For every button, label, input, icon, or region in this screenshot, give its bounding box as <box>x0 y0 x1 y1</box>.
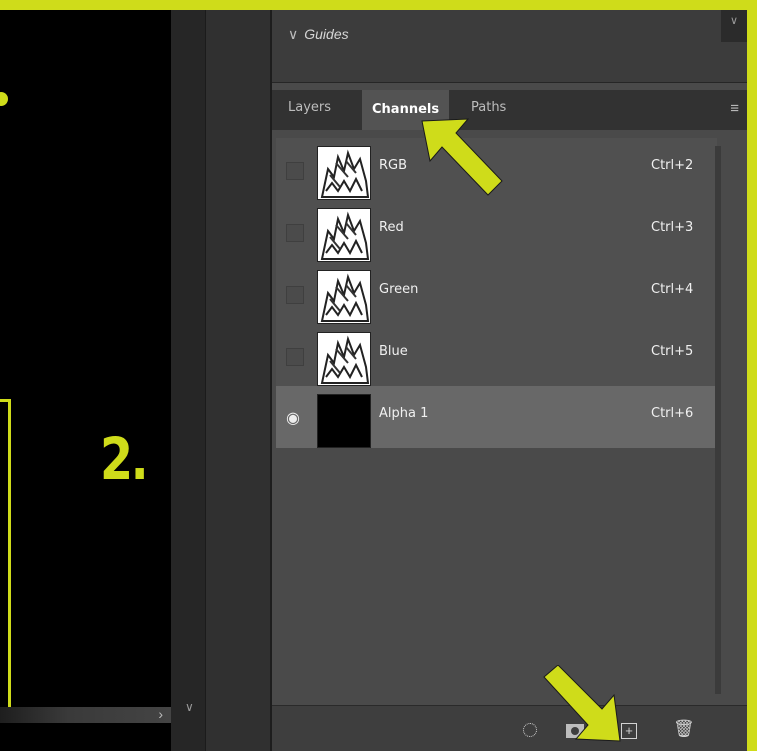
panel-dock-gutter <box>205 10 270 751</box>
channel-thumbnail <box>317 270 371 324</box>
channels-panel-footer: + 🗑 <box>272 705 747 751</box>
chevron-right-icon[interactable]: › <box>158 706 163 722</box>
chevron-down-icon[interactable]: ∨ <box>288 26 298 42</box>
channel-shortcut: Ctrl+3 <box>651 220 694 235</box>
channel-list-scrollbar[interactable] <box>715 146 721 694</box>
guides-scroll-button[interactable]: ∨ <box>721 10 747 42</box>
channel-shortcut: Ctrl+6 <box>651 406 694 421</box>
load-selection-icon[interactable] <box>523 723 537 737</box>
chevron-down-icon[interactable]: ∨ <box>185 700 194 714</box>
channel-shortcut: Ctrl+2 <box>651 158 694 173</box>
guides-panel: ∨ Guides ∨ <box>272 10 747 83</box>
canvas-horizontal-scrollbar[interactable]: › <box>0 706 171 723</box>
delete-channel-icon[interactable]: 🗑 <box>673 719 695 738</box>
channel-name: Alpha 1 <box>379 406 429 421</box>
tab-layers[interactable]: Layers <box>288 100 331 115</box>
menu-icon[interactable]: ≡ <box>730 100 739 117</box>
visibility-toggle[interactable] <box>286 162 304 180</box>
visibility-toggle[interactable]: ◉ <box>286 408 302 428</box>
channel-row-blue[interactable]: Blue Ctrl+5 <box>276 324 717 386</box>
guides-title: Guides <box>304 26 349 42</box>
channel-shortcut: Ctrl+5 <box>651 344 694 359</box>
channel-name: Red <box>379 220 404 235</box>
annotation-arrow-channels-tab <box>421 118 503 196</box>
channel-thumbnail <box>317 146 371 200</box>
canvas-vertical-scrollbar[interactable]: ∨ <box>171 10 205 751</box>
channel-name: RGB <box>379 158 408 173</box>
annotation-arrow-new-channel <box>543 665 621 742</box>
chevron-down-icon: ∨ <box>730 15 739 27</box>
annotation-highlight-box <box>0 399 11 715</box>
channel-name: Blue <box>379 344 408 359</box>
channel-thumbnail <box>317 332 371 386</box>
channel-shortcut: Ctrl+4 <box>651 282 694 297</box>
guides-panel-header[interactable]: ∨ Guides <box>288 26 349 43</box>
document-canvas[interactable] <box>0 10 171 751</box>
photoshop-window: 2. › ∨ ∨ Guides ∨ Layers Channels Paths ≡ <box>0 10 747 751</box>
channel-row-alpha-1[interactable]: ◉ Alpha 1 Ctrl+6 <box>276 386 717 448</box>
step-label: 2. <box>100 425 149 493</box>
visibility-toggle[interactable] <box>286 224 304 242</box>
channel-row-green[interactable]: Green Ctrl+4 <box>276 262 717 324</box>
visibility-toggle[interactable] <box>286 286 304 304</box>
channel-thumbnail <box>317 394 371 448</box>
visibility-toggle[interactable] <box>286 348 304 366</box>
eye-icon[interactable]: ◉ <box>286 408 300 428</box>
channel-name: Green <box>379 282 419 297</box>
channel-thumbnail <box>317 208 371 262</box>
